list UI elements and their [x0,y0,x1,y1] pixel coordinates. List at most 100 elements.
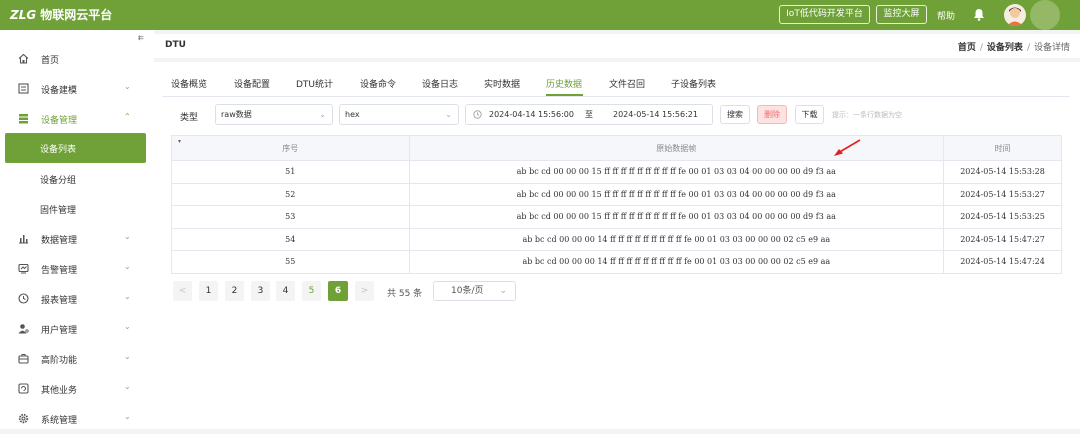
table-row[interactable]: 53 ab bc cd 00 00 00 15 ff ff ff ff ff ff… [171,205,1062,229]
brand-name: 物联网云平台 [40,8,113,22]
brand-logo[interactable]: ZLG 物联网云平台 [10,6,112,23]
breadcrumb-home[interactable]: 首页 [958,43,976,53]
page-button-2[interactable]: 2 [225,281,244,301]
iot-lowcode-button[interactable]: IoT低代码开发平台 [779,5,870,24]
table-row[interactable]: 54 ab bc cd 00 00 00 14 ff ff ff ff ff ff… [171,227,1062,251]
column-raw-frame: 原始数据帧 [408,135,945,161]
sidebar-item-label: 设备分组 [40,176,77,186]
table-row[interactable]: 55 ab bc cd 00 00 00 14 ff ff ff ff ff ff… [171,250,1062,274]
cell-frame: ab bc cd 00 00 00 14 ff ff ff ff ff ff f… [408,250,945,274]
tab-sub-devices[interactable]: 子设备列表 [671,77,716,90]
history-data-table: ▾ 序号 原始数据帧 时间 51 ab bc cd 00 00 00 15 ff f… [171,135,1062,274]
prev-page-button[interactable]: < [173,281,192,301]
type-label: 类型 [180,113,199,123]
cell-time: 2024-05-14 15:53:27 [943,182,1062,206]
sidebar-item-advanced[interactable]: 高阶功能 ⌄ [0,344,154,374]
delete-button[interactable]: 删除 [757,105,787,124]
page-button-1[interactable]: 1 [199,281,218,301]
page-button-4[interactable]: 4 [276,281,295,301]
cell-time: 2024-05-14 15:47:27 [943,227,1062,251]
collapse-sidebar-icon[interactable]: ⇇ [138,34,144,42]
download-button[interactable]: 下载 [795,105,824,124]
user-avatar[interactable] [1004,4,1026,26]
bar-chart-icon [19,235,28,244]
sidebar-item-device-group[interactable]: 设备分组 [0,164,154,194]
breadcrumb-current: 设备详情 [1033,43,1070,53]
sidebar-item-label: 其他业务 [41,386,78,396]
sidebar-item-home[interactable]: 首页 [0,44,154,74]
page-title: DTU [165,40,186,50]
chevron-down-icon: ⌄ [124,352,131,361]
date-range-picker[interactable]: 2024-04-14 15:56:00 至 2024-05-14 15:56:2… [465,104,713,125]
tab-realtime-data[interactable]: 实时数据 [484,77,520,90]
tab-device-logs[interactable]: 设备日志 [422,77,458,90]
chevron-down-icon: ⌄ [124,232,131,241]
chevron-down-icon: ⌄ [124,292,131,301]
sidebar-item-device-management[interactable]: 设备管理 ⌃ [0,104,154,134]
top-bar: ZLG 物联网云平台 IoT低代码开发平台 监控大屏 帮助 [0,0,1080,30]
next-page-button[interactable]: > [355,281,374,301]
chevron-up-icon: ⌃ [124,112,131,121]
sidebar-item-label: 设备管理 [41,116,78,126]
bell-icon[interactable] [973,8,985,21]
sidebar-item-data-management[interactable]: 数据管理 ⌄ [0,224,154,254]
sidebar-item-user-management[interactable]: 用户管理 ⌄ [0,314,154,344]
page-size-select[interactable]: 10条/页 ⌄ [433,281,516,301]
sidebar-item-system-management[interactable]: 系统管理 ⌄ [0,404,154,434]
refresh-icon [18,383,29,394]
sidebar-item-label: 高阶功能 [41,356,78,366]
chevron-down-icon: ⌄ [124,262,131,271]
date-separator: 至 [585,110,593,119]
cell-seq: 52 [171,182,410,206]
tab-file-recall[interactable]: 文件召回 [609,77,645,90]
start-date-input[interactable]: 2024-04-14 15:56:00 [489,105,574,124]
tab-dtu-stats[interactable]: DTU统计 [296,77,333,90]
table-row[interactable]: 52 ab bc cd 00 00 00 15 ff ff ff ff ff ff… [171,182,1062,206]
search-button[interactable]: 搜索 [720,105,750,124]
table-row[interactable]: 51 ab bc cd 00 00 00 15 ff ff ff ff ff ff… [171,160,1062,184]
chevron-down-icon: ⌄ [124,382,131,391]
sidebar-item-other-business[interactable]: 其他业务 ⌄ [0,374,154,404]
cell-seq: 53 [171,205,410,229]
tab-device-config[interactable]: 设备配置 [234,77,270,90]
page-button-5[interactable]: 5 [302,281,321,301]
type-select[interactable]: raw数据 ⌄ [215,104,333,125]
hint-text: 提示：一条行数据为空 [832,111,902,119]
format-select[interactable]: hex ⌄ [339,104,459,125]
sidebar-item-label: 设备列表 [40,145,77,155]
tab-device-overview[interactable]: 设备概览 [171,77,207,90]
sidebar-item-device-modeling[interactable]: 设备建模 ⌄ [0,74,154,104]
device-manage-icon [19,114,28,124]
sidebar-item-alarm-management[interactable]: 告警管理 ⌄ [0,254,154,284]
breadcrumb-separator: / [1026,43,1030,53]
sidebar-item-label: 报表管理 [41,296,78,306]
cell-time: 2024-05-14 15:53:28 [943,160,1062,184]
format-select-value: hex [345,110,360,119]
end-date-input[interactable]: 2024-05-14 15:56:21 [613,105,698,124]
cell-seq: 51 [171,160,410,184]
breadcrumb-device-list[interactable]: 设备列表 [987,43,1023,53]
chevron-down-icon: ⌄ [124,322,131,331]
chevron-down-icon: ⌄ [319,110,326,119]
sidebar-item-firmware[interactable]: 固件管理 [0,194,154,224]
help-link[interactable]: 帮助 [937,9,955,22]
user-icon [18,324,29,334]
page-button-3[interactable]: 3 [251,281,270,301]
cell-time: 2024-05-14 15:53:25 [943,205,1062,229]
tab-history-data[interactable]: 历史数据 [546,77,582,90]
sidebar-item-report-management[interactable]: 报表管理 ⌄ [0,284,154,314]
sidebar-item-device-list[interactable]: 设备列表 [5,133,146,163]
sidebar-item-label: 固件管理 [40,206,77,216]
decorative-avatar-shadow [1030,0,1060,30]
expand-caret-icon[interactable]: ▾ [178,138,181,145]
cell-seq: 54 [171,227,410,251]
annotation-arrow-icon [834,139,861,156]
chevron-down-icon: ⌄ [445,110,452,119]
column-time: 时间 [943,135,1062,161]
page-button-6-current[interactable]: 6 [328,281,348,301]
tab-device-commands[interactable]: 设备命令 [360,77,396,90]
monitor-screen-button[interactable]: 监控大屏 [876,5,927,24]
column-seq[interactable]: ▾ 序号 [171,135,410,161]
chevron-down-icon: ⌄ [124,412,131,421]
column-label: 序号 [282,143,299,153]
